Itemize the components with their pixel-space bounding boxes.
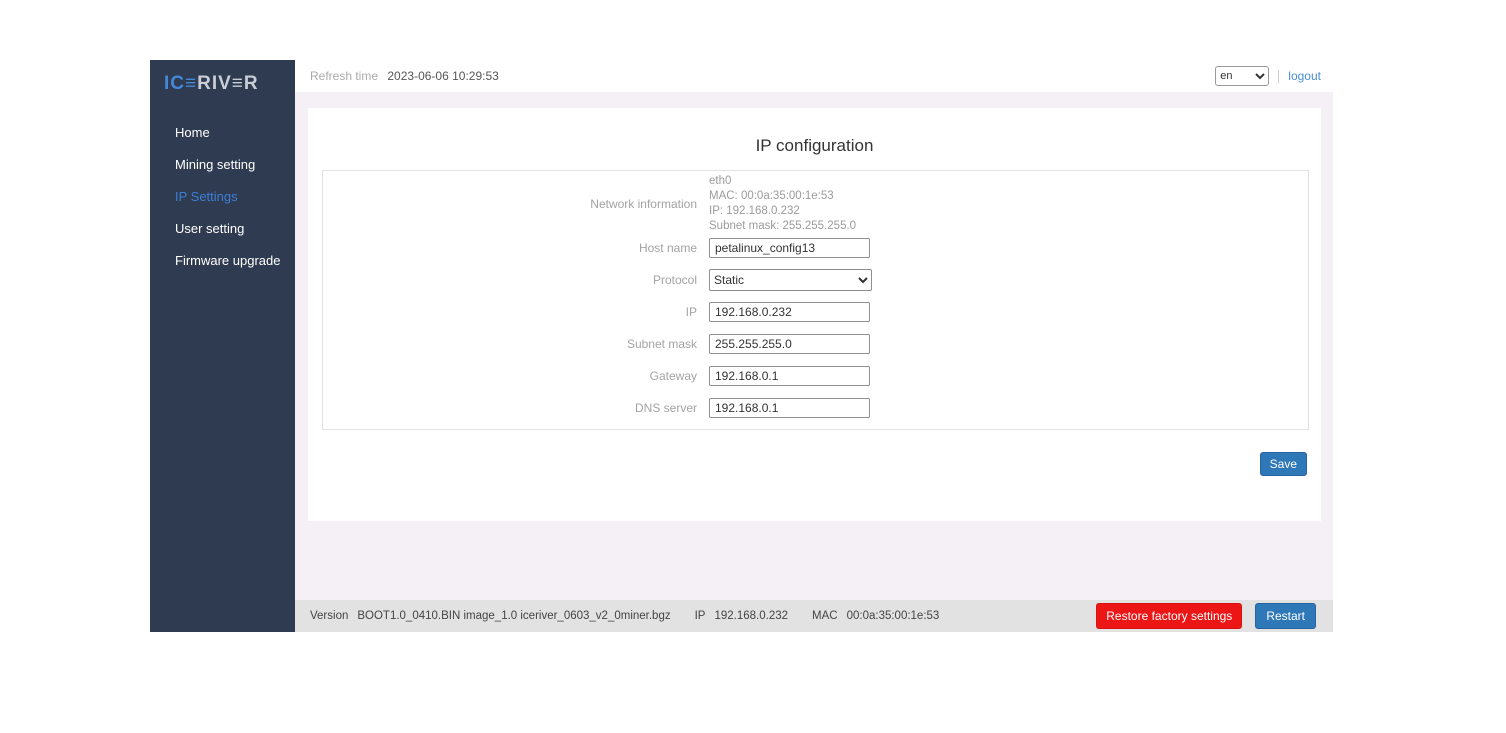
sidebar-item-home[interactable]: Home — [150, 117, 295, 149]
version-value: BOOT1.0_0410.BIN image_1.0 iceriver_0603… — [357, 610, 671, 622]
logo-text-ice: IC≡ — [164, 73, 198, 94]
footer-mac-label: MAC — [812, 610, 838, 622]
ip-label: IP — [685, 305, 697, 319]
footer-ip-value: 192.168.0.232 — [714, 610, 789, 622]
footer-info: Version BOOT1.0_0410.BIN image_1.0 iceri… — [310, 610, 939, 622]
iceriver-logo: IC≡RIV≡R — [150, 60, 295, 95]
refresh-time-label: Refresh time — [310, 69, 379, 83]
subnet-mask-row: Subnet mask — [323, 333, 1308, 355]
gateway-label: Gateway — [649, 369, 697, 383]
network-info-interface: eth0 — [709, 175, 732, 187]
network-information-row: Network information eth0 MAC: 00:0a:35:0… — [323, 173, 1308, 235]
save-button[interactable]: Save — [1259, 452, 1307, 476]
ip-form-fieldset: Network information eth0 MAC: 00:0a:35:0… — [322, 170, 1309, 430]
protocol-label: Protocol — [652, 273, 697, 287]
footer-bar: Version BOOT1.0_0410.BIN image_1.0 iceri… — [295, 600, 1333, 632]
restore-factory-settings-button[interactable]: Restore factory settings — [1096, 603, 1243, 629]
dns-server-row: DNS server — [323, 397, 1308, 419]
footer-buttons: Restore factory settings Restart — [1096, 603, 1316, 629]
topbar-divider — [1278, 69, 1280, 83]
sidebar-nav: Home Mining setting IP Settings User set… — [150, 117, 295, 277]
refresh-time-value: 2023-06-06 10:29:53 — [387, 69, 499, 83]
logo-text-river: RIV≡R — [197, 73, 259, 94]
gateway-row: Gateway — [323, 365, 1308, 387]
top-bar: Refresh time 2023-06-06 10:29:53 en logo… — [295, 60, 1333, 92]
topbar-right: en logout — [1215, 66, 1321, 86]
host-name-input[interactable] — [709, 238, 870, 258]
subnet-mask-label: Subnet mask — [626, 337, 697, 351]
refresh-time: Refresh time 2023-06-06 10:29:53 — [310, 69, 499, 83]
sidebar-item-mining-setting[interactable]: Mining setting — [150, 149, 295, 181]
gateway-input[interactable] — [709, 366, 870, 386]
network-information-value: eth0 MAC: 00:0a:35:00:1e:53 IP: 192.168.… — [709, 174, 856, 234]
content-area: IP configuration Network information eth… — [295, 92, 1333, 600]
language-select[interactable]: en — [1215, 66, 1270, 86]
network-information-label: Network information — [590, 197, 697, 211]
footer-ip-label: IP — [694, 610, 706, 622]
logout-link[interactable]: logout — [1288, 69, 1321, 83]
network-info-mac: MAC: 00:0a:35:00:1e:53 — [709, 190, 834, 202]
main-area: Refresh time 2023-06-06 10:29:53 en logo… — [295, 60, 1333, 632]
host-name-label: Host name — [638, 241, 697, 255]
sidebar-item-firmware-upgrade[interactable]: Firmware upgrade — [150, 245, 295, 277]
subnet-mask-input[interactable] — [709, 334, 870, 354]
sidebar-item-ip-settings[interactable]: IP Settings — [150, 181, 295, 213]
page-title: IP configuration — [755, 136, 874, 155]
ip-input[interactable] — [709, 302, 870, 322]
footer-mac-value: 00:0a:35:00:1e:53 — [846, 610, 940, 622]
network-info-subnet: Subnet mask: 255.255.255.0 — [709, 220, 857, 232]
dns-server-input[interactable] — [709, 398, 870, 418]
restart-button[interactable]: Restart — [1255, 603, 1316, 629]
version-label: Version — [310, 610, 349, 622]
protocol-row: Protocol Static — [323, 269, 1308, 291]
sidebar-item-user-setting[interactable]: User setting — [150, 213, 295, 245]
network-info-ip: IP: 192.168.0.232 — [709, 205, 800, 217]
app-window: IC≡RIV≡R Home Mining setting IP Settings… — [150, 60, 1333, 632]
protocol-select[interactable]: Static — [709, 269, 872, 291]
sidebar: IC≡RIV≡R Home Mining setting IP Settings… — [150, 60, 295, 632]
host-name-row: Host name — [323, 237, 1308, 259]
ip-row: IP — [323, 301, 1308, 323]
dns-server-label: DNS server — [634, 401, 697, 415]
ip-configuration-card: IP configuration Network information eth… — [308, 108, 1321, 521]
